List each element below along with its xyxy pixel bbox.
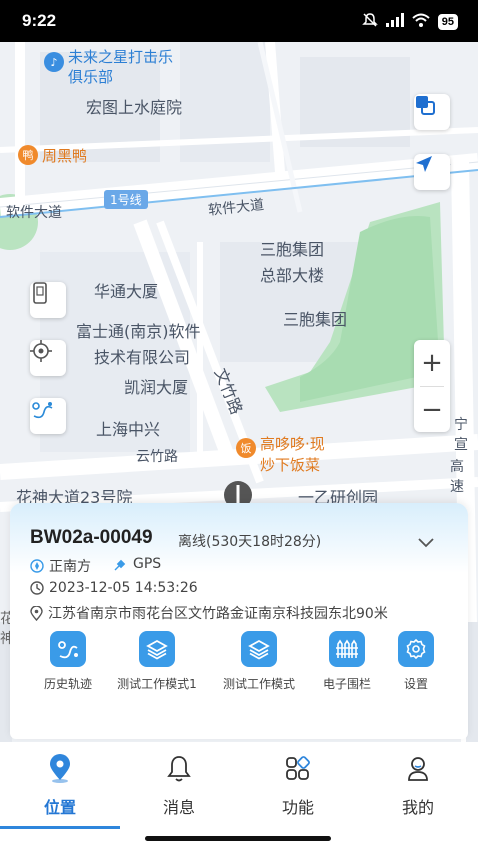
test-mode1-label: 测试工作模式1	[117, 677, 197, 691]
location-tab-icon	[50, 754, 70, 783]
fence-icon	[329, 631, 365, 667]
status-icons: 95	[361, 12, 458, 31]
my-location-button[interactable]	[414, 154, 450, 190]
test-mode1-button[interactable]: 测试工作模式1	[107, 631, 207, 692]
location-pin-icon	[30, 605, 43, 621]
direction-row: 正南方	[30, 556, 91, 576]
tab-functions[interactable]: 功能	[253, 754, 343, 818]
map-label-highway-4: 速	[450, 479, 464, 495]
map-label-hongtu[interactable]: 宏图上水庭院	[86, 94, 182, 118]
gaoduoduo-poi-icon: 饭	[236, 438, 256, 458]
tab-location[interactable]: 位置	[15, 754, 105, 818]
tab-functions-label: 功能	[281, 798, 314, 817]
map-label-highway-1: 宁	[454, 417, 468, 433]
battery-indicator: 95	[437, 13, 458, 30]
map-label-highway-3: 高	[450, 459, 464, 475]
settings-label: 设置	[403, 677, 428, 691]
map-label-shanghai[interactable]: 上海中兴	[96, 416, 160, 440]
locate-phone-button[interactable]	[30, 282, 66, 318]
test-mode-label: 测试工作模式	[222, 677, 295, 691]
tab-location-label: 位置	[43, 798, 76, 817]
tab-profile[interactable]: 我的	[373, 754, 463, 818]
device-name: BW02a-00049	[30, 527, 153, 548]
time-row: 2023-12-05 14:53:26	[30, 580, 198, 596]
settings-button[interactable]: 设置	[366, 631, 466, 692]
route-button[interactable]	[30, 398, 66, 434]
wifi-icon	[412, 13, 430, 30]
chevron-down-icon	[418, 538, 434, 548]
map-label-yunzhu: 云竹路	[136, 449, 178, 465]
map-label-fushitong-line2: 技术有限公司	[94, 348, 191, 367]
clock-icon	[30, 581, 44, 595]
tab-messages-label: 消息	[162, 798, 195, 817]
test-mode-button[interactable]: 测试工作模式	[209, 631, 309, 692]
map-label-road-left: 软件大道	[6, 205, 62, 221]
bell-icon	[167, 756, 191, 782]
device-info-card: BW02a-00049 离线(530天18时28分) 正南方 GPS 2023-…	[10, 503, 468, 739]
collapse-card-button[interactable]	[418, 533, 434, 552]
gear-icon	[398, 631, 434, 667]
grid-apps-icon	[286, 756, 310, 780]
layers-icon	[416, 96, 435, 115]
navigation-arrow-icon	[416, 156, 432, 172]
phone-icon	[33, 282, 47, 304]
crosshair-icon	[30, 340, 52, 362]
map-label-huatong[interactable]: 华通大厦	[94, 278, 158, 302]
gps-row: GPS	[114, 556, 161, 572]
route-icon	[32, 402, 53, 419]
zhouheiya-poi-icon: 鸭	[18, 145, 38, 165]
tab-profile-label: 我的	[401, 798, 434, 817]
active-tab-indicator	[0, 826, 120, 829]
bottom-tab-bar: 位置 消息 功能 我的	[0, 742, 478, 830]
address-row: 江苏省南京市雨花台区文竹路金证南京科技园东北90米	[30, 603, 388, 623]
update-time: 2023-12-05 14:53:26	[49, 580, 198, 596]
layers-stack-icon	[139, 631, 175, 667]
locate-device-button[interactable]	[30, 340, 66, 376]
map-label-fushitong[interactable]: 富士通(南京)软件	[76, 318, 201, 342]
compass-icon	[30, 559, 44, 573]
signal-icon	[385, 13, 404, 30]
club-poi-icon: ♪	[44, 52, 64, 72]
map-label-gaoduoduo[interactable]: 高哆哆·现	[260, 433, 325, 454]
map-layer-button[interactable]	[414, 94, 450, 130]
mute-icon	[361, 12, 378, 31]
device-status: 离线(530天18时28分)	[178, 534, 322, 550]
zoom-control: + −	[414, 340, 450, 432]
zoom-in-button[interactable]: +	[414, 340, 450, 386]
map-label-sanbao1-line2: 总部大楼	[260, 266, 325, 285]
map-label-gaoduoduo-line2: 炒下饭菜	[260, 456, 321, 474]
layers-stack-icon	[241, 631, 277, 667]
zoom-out-button[interactable]: −	[414, 387, 450, 433]
map-label-sanbao2[interactable]: 三胞集团	[283, 306, 347, 330]
map-label-kairun[interactable]: 凯润大厦	[124, 374, 188, 398]
status-bar: 9:22 95	[0, 0, 478, 42]
satellite-icon	[114, 559, 126, 571]
map-label-sanbao1[interactable]: 三胞集团	[260, 236, 324, 260]
device-actions: 历史轨迹 测试工作模式1 测试工作模式 电子围栏 设置	[10, 631, 468, 711]
direction-text: 正南方	[49, 559, 91, 575]
home-indicator[interactable]	[145, 836, 331, 841]
user-icon	[408, 757, 428, 781]
map-label-highway-2: 宣	[454, 437, 468, 453]
map-label-club[interactable]: 未来之星打击乐	[68, 46, 173, 67]
metro-line-badge: 1号线	[104, 190, 148, 209]
gps-text: GPS	[133, 556, 162, 572]
map-label-club-line2: 俱乐部	[68, 68, 114, 86]
history-track-label: 历史轨迹	[43, 677, 92, 691]
device-address: 江苏省南京市雨花台区文竹路金证南京科技园东北90米	[48, 606, 388, 622]
map-label-zhouheiya[interactable]: 周黑鸭	[42, 145, 87, 166]
status-time: 9:22	[22, 11, 57, 30]
tab-messages[interactable]: 消息	[134, 754, 224, 818]
history-track-button[interactable]: 历史轨迹	[18, 631, 118, 692]
track-icon	[50, 631, 86, 667]
